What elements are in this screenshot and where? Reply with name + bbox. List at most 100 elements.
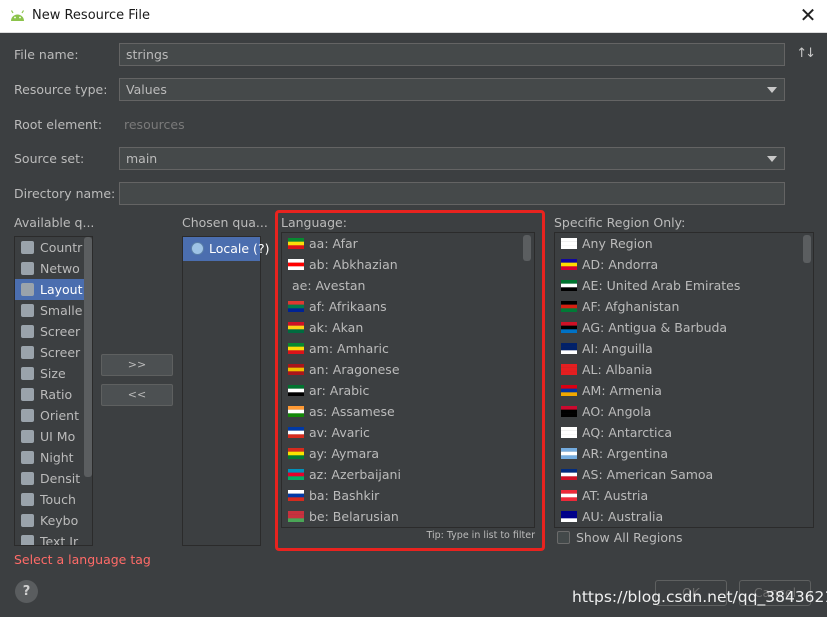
flag-icon (288, 259, 304, 270)
region-item-label: Any Region (582, 236, 653, 251)
window-title: New Resource File (32, 8, 150, 23)
region-item-label: AF: Afghanistan (582, 299, 680, 314)
region-item[interactable]: AR: Argentina (555, 443, 813, 464)
region-item[interactable]: AL: Albania (555, 359, 813, 380)
chevron-down-icon (767, 87, 777, 93)
language-item-label: am: Amharic (309, 341, 389, 356)
language-item-label: av: Avaric (309, 425, 370, 440)
language-item[interactable]: an: Aragonese (282, 359, 534, 380)
close-icon[interactable]: ✕ (798, 5, 818, 27)
chosen-qualifiers-list[interactable]: Locale (?) (182, 236, 269, 546)
flag-icon (288, 385, 304, 396)
show-all-regions-checkbox[interactable]: Show All Regions (557, 530, 682, 545)
source-set-combo[interactable]: main (119, 147, 785, 170)
flag-icon (561, 238, 577, 249)
file-name-field[interactable]: strings (119, 43, 785, 66)
available-qualifier-item[interactable]: Size (15, 363, 92, 384)
available-qualifier-label: Text Ir (40, 534, 79, 546)
checkbox-box[interactable] (557, 531, 570, 544)
region-list[interactable]: Any Region AD: Andorra AE: United Arab Emi… (554, 232, 814, 528)
flag-icon (561, 385, 577, 396)
flag-icon (561, 490, 577, 501)
region-item[interactable]: AG: Antigua & Barbuda (555, 317, 813, 338)
root-element-label: Root element: (14, 117, 103, 132)
language-item[interactable]: az: Azerbaijani (282, 464, 534, 485)
language-item-label: ay: Aymara (309, 446, 380, 461)
region-item[interactable]: AE: United Arab Emirates (555, 275, 813, 296)
region-item[interactable]: AS: American Samoa (555, 464, 813, 485)
language-item[interactable]: ab: Abkhazian (282, 254, 534, 275)
available-qualifier-item[interactable]: Orient (15, 405, 92, 426)
language-item-label: as: Assamese (309, 404, 395, 419)
available-qualifier-item[interactable]: Text Ir (15, 531, 92, 546)
add-qualifier-button[interactable]: >> (101, 354, 173, 376)
region-item[interactable]: AQ: Antarctica (555, 422, 813, 443)
chosen-qualifiers-header: Chosen qua... (182, 215, 268, 230)
language-item-label: be: Belarusian (309, 509, 399, 524)
watermark: https://blog.csdn.net/qq_38436214 (572, 588, 827, 606)
region-item-label: AS: American Samoa (582, 467, 714, 482)
available-qualifier-item[interactable]: Night (15, 447, 92, 468)
language-item[interactable]: be: Belarusian (282, 506, 534, 527)
help-icon[interactable]: ? (15, 580, 38, 603)
scrollbar[interactable] (84, 237, 92, 477)
flag-icon (288, 511, 304, 522)
region-item[interactable]: AT: Austria (555, 485, 813, 506)
sort-icon[interactable]: ↑↓ (796, 46, 816, 61)
region-item[interactable]: AF: Afghanistan (555, 296, 813, 317)
language-item[interactable]: ak: Akan (282, 317, 534, 338)
flag-icon (561, 259, 577, 270)
flag-icon (561, 427, 577, 438)
available-qualifier-item[interactable]: Countr (15, 237, 92, 258)
flag-icon (561, 511, 577, 522)
region-item-label: AT: Austria (582, 488, 649, 503)
text-input-icon (21, 535, 34, 545)
available-qualifier-item[interactable]: Layout (15, 279, 92, 300)
available-qualifier-item[interactable]: Densit (15, 468, 92, 489)
region-item[interactable]: AM: Armenia (555, 380, 813, 401)
scrollbar[interactable] (523, 235, 531, 261)
available-qualifier-item[interactable]: Smalle (15, 300, 92, 321)
language-item[interactable]: aa: Afar (282, 233, 534, 254)
available-qualifiers-list[interactable]: Countr Netwo Layout Smalle Screer Screer Size R… (14, 236, 93, 546)
region-item-label: AM: Armenia (582, 383, 662, 398)
language-item[interactable]: av: Avaric (282, 422, 534, 443)
chosen-qualifier-item[interactable]: Locale (?) (183, 237, 269, 261)
region-item-label: AO: Angola (582, 404, 652, 419)
language-item[interactable]: ar: Arabic (282, 380, 534, 401)
region-item[interactable]: AO: Angola (555, 401, 813, 422)
root-element-value: resources (124, 117, 185, 132)
size-icon (21, 367, 34, 380)
language-item[interactable]: as: Assamese (282, 401, 534, 422)
available-qualifier-item[interactable]: Netwo (15, 258, 92, 279)
region-item-label: AD: Andorra (582, 257, 659, 272)
available-qualifier-item[interactable]: Ratio (15, 384, 92, 405)
directory-name-field[interactable] (119, 182, 785, 205)
language-item-label: ar: Arabic (309, 383, 370, 398)
language-item[interactable]: ba: Bashkir (282, 485, 534, 506)
file-name-label: File name: (14, 47, 79, 62)
available-qualifier-label: Keybo (40, 513, 79, 528)
region-item[interactable]: AD: Andorra (555, 254, 813, 275)
region-item[interactable]: Any Region (555, 233, 813, 254)
available-qualifier-item[interactable]: Keybo (15, 510, 92, 531)
region-item[interactable]: AI: Anguilla (555, 338, 813, 359)
available-qualifier-label: Densit (40, 471, 81, 486)
available-qualifier-label: Orient (40, 408, 79, 423)
region-item[interactable]: AU: Australia (555, 506, 813, 527)
available-qualifier-item[interactable]: Screer (15, 321, 92, 342)
available-qualifier-item[interactable]: Screer (15, 342, 92, 363)
orientation-icon (21, 409, 34, 422)
language-list[interactable]: aa: Afar ab: Abkhazian ae: Avestan af: Afri… (281, 232, 535, 528)
language-item[interactable]: ae: Avestan (282, 275, 534, 296)
language-item[interactable]: am: Amharic (282, 338, 534, 359)
region-item-label: AE: United Arab Emirates (582, 278, 741, 293)
remove-qualifier-button[interactable]: << (101, 384, 173, 406)
available-qualifier-item[interactable]: Touch (15, 489, 92, 510)
scrollbar[interactable] (803, 235, 811, 263)
language-item[interactable]: ay: Aymara (282, 443, 534, 464)
language-item[interactable]: af: Afrikaans (282, 296, 534, 317)
available-qualifier-item[interactable]: UI Mo (15, 426, 92, 447)
resource-type-value: Values (126, 82, 167, 97)
resource-type-combo[interactable]: Values (119, 78, 785, 101)
